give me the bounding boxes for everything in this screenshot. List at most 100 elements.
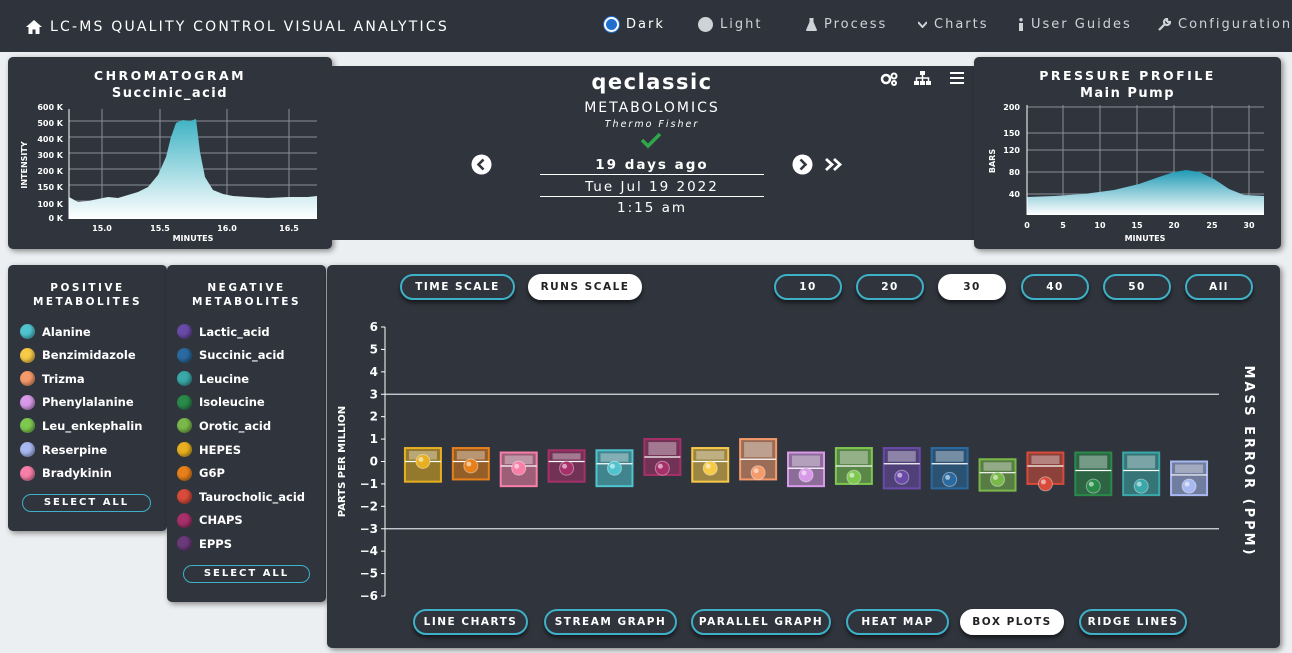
chromatogram-ytick: 200 K bbox=[37, 167, 63, 176]
box-plot-item[interactable] bbox=[1026, 451, 1065, 492]
metabolite-item[interactable]: G6P bbox=[177, 465, 225, 481]
nav-process[interactable]: Process bbox=[806, 17, 887, 32]
metabolite-item[interactable]: Trizma bbox=[20, 371, 85, 387]
box-plot-item[interactable] bbox=[1122, 451, 1161, 497]
y-tick-label: 1 bbox=[370, 432, 378, 446]
metabolite-color-icon bbox=[177, 442, 192, 457]
box-highlight bbox=[696, 451, 725, 460]
sitemap-icon[interactable] bbox=[914, 71, 931, 86]
run-vendor: Thermo Fisher bbox=[604, 119, 700, 130]
y-tick-label: 4 bbox=[370, 365, 378, 379]
metabolite-item[interactable]: Bradykinin bbox=[20, 465, 112, 481]
metabolite-color-icon bbox=[177, 512, 192, 528]
view-ridge-lines-button[interactable]: RIDGE LINES bbox=[1079, 609, 1187, 635]
last-run-button[interactable] bbox=[824, 157, 844, 172]
box-plot-item[interactable] bbox=[595, 449, 634, 488]
chromatogram-ytick: 100 K bbox=[37, 200, 63, 209]
pressure-plot: 200 150 120 80 40 0 5 10 15 20 25 30 MINUTES BARS bbox=[988, 103, 1264, 243]
metabolite-label: Isoleucine bbox=[199, 395, 265, 410]
pressure-ytick: 40 bbox=[1009, 190, 1021, 199]
next-run-button[interactable] bbox=[792, 154, 813, 175]
metabolite-item[interactable]: Reserpine bbox=[20, 442, 107, 457]
box-point-shine bbox=[1088, 481, 1094, 487]
select-all-positive-button[interactable]: SELECT ALL bbox=[22, 494, 151, 512]
nav-charts-label: Charts bbox=[934, 17, 989, 32]
metabolite-item[interactable]: HEPES bbox=[177, 442, 241, 457]
metabolite-item[interactable]: Orotic_acid bbox=[177, 418, 271, 434]
view-stream-graph-button[interactable]: STREAM GRAPH bbox=[544, 609, 677, 635]
nav-user-guides[interactable]: User Guides bbox=[1018, 17, 1132, 32]
metabolite-item[interactable]: Isoleucine bbox=[177, 394, 265, 410]
metabolite-item[interactable]: Alanine bbox=[20, 324, 91, 339]
box-highlight bbox=[935, 451, 964, 462]
box-highlight bbox=[1079, 455, 1108, 469]
box-point bbox=[798, 467, 814, 483]
prev-run-button[interactable] bbox=[471, 154, 492, 175]
metabolite-color-icon bbox=[20, 347, 35, 363]
nav-process-label: Process bbox=[824, 17, 888, 32]
box-plot-item[interactable] bbox=[451, 447, 490, 481]
y-tick-label: −6 bbox=[360, 589, 378, 603]
box-plot-item[interactable] bbox=[978, 458, 1017, 492]
metabolite-label: EPPS bbox=[199, 536, 232, 551]
view-box-plots-button[interactable]: BOX PLOTS bbox=[960, 609, 1064, 635]
menu-icon[interactable] bbox=[950, 72, 964, 84]
metabolite-item[interactable]: Lactic_acid bbox=[177, 324, 270, 339]
metabolite-label: Alanine bbox=[42, 324, 91, 339]
box-plot-item[interactable] bbox=[787, 451, 825, 488]
box-highlight bbox=[887, 451, 916, 462]
box-plot-item[interactable] bbox=[882, 447, 921, 490]
pressure-ylabel: BARS bbox=[988, 149, 997, 173]
metabolite-item[interactable]: Leu_enkephalin bbox=[20, 418, 142, 434]
theme-dark-radio[interactable]: Dark bbox=[604, 17, 665, 32]
box-plot-item[interactable] bbox=[834, 447, 873, 485]
metabolite-item[interactable]: Succinic_acid bbox=[177, 347, 285, 363]
metabolite-color-icon bbox=[20, 394, 35, 410]
metabolite-item[interactable]: CHAPS bbox=[177, 512, 243, 528]
box-plot-item[interactable] bbox=[403, 447, 442, 483]
box-plot-item[interactable] bbox=[547, 449, 586, 483]
box-plot-item[interactable] bbox=[499, 451, 538, 488]
metabolite-item[interactable]: EPPS bbox=[177, 536, 232, 552]
box-plot-item[interactable] bbox=[930, 447, 969, 490]
chromatogram-ytick: 500 K bbox=[37, 119, 63, 128]
box-plot-item[interactable] bbox=[643, 438, 682, 476]
metabolite-item[interactable]: Phenylalanine bbox=[20, 394, 134, 410]
pressure-ytick: 120 bbox=[1003, 146, 1020, 155]
view-line-charts-button[interactable]: LINE CHARTS bbox=[413, 609, 528, 635]
run-time: 1:15 am bbox=[616, 200, 688, 216]
pressure-ytick: 200 bbox=[1003, 103, 1020, 112]
view-parallel-graph-button[interactable]: PARALLEL GRAPH bbox=[691, 609, 831, 635]
select-all-negative-button[interactable]: SELECT ALL bbox=[183, 565, 310, 583]
nav-charts[interactable]: Charts bbox=[918, 17, 989, 32]
box-point-shine bbox=[801, 470, 807, 476]
theme-dark-label: Dark bbox=[626, 17, 665, 32]
metabolite-item[interactable]: Benzimidazole bbox=[20, 347, 136, 363]
metabolite-item[interactable]: Leucine bbox=[177, 371, 249, 387]
box-highlight bbox=[839, 451, 868, 464]
box-plot-item[interactable] bbox=[1170, 460, 1209, 497]
theme-light-radio[interactable]: Light bbox=[698, 17, 762, 32]
box-point bbox=[1181, 478, 1197, 494]
box-point-shine bbox=[849, 472, 855, 478]
cogs-icon[interactable] bbox=[880, 72, 898, 86]
pressure-xtick: 20 bbox=[1168, 221, 1180, 230]
box-plot-chart: 6 5 4 3 2 1 0 −1 −2 −3 −4 −5 −6 PARTS PER MILLION MASS… bbox=[337, 320, 1256, 603]
box-plot-item[interactable] bbox=[739, 438, 778, 481]
box-point bbox=[1133, 478, 1149, 494]
metabolite-item[interactable]: Taurocholic_acid bbox=[177, 489, 305, 505]
metabolite-color-icon bbox=[177, 465, 192, 481]
box-point bbox=[702, 460, 718, 476]
app-brand[interactable]: LC-MS QUALITY CONTROL VISUAL ANALYTICS bbox=[26, 19, 449, 35]
box-highlight bbox=[744, 442, 773, 458]
nav-configuration[interactable]: Configuration bbox=[1158, 17, 1292, 32]
chromatogram-card: CHROMATOGRAM Succinic_acid 0 K 100 K 150 K… bbox=[8, 57, 332, 249]
box-plot-item[interactable] bbox=[691, 447, 730, 483]
chromatogram-xtick: 16.5 bbox=[279, 224, 299, 233]
metabolite-color-icon bbox=[20, 371, 35, 387]
check-icon bbox=[640, 132, 662, 149]
box-plot-item[interactable] bbox=[1074, 451, 1113, 497]
top-navbar: LC-MS QUALITY CONTROL VISUAL ANALYTICS D… bbox=[0, 0, 1292, 52]
box-highlight bbox=[600, 453, 629, 462]
view-heat-map-button[interactable]: HEAT MAP bbox=[846, 609, 949, 635]
